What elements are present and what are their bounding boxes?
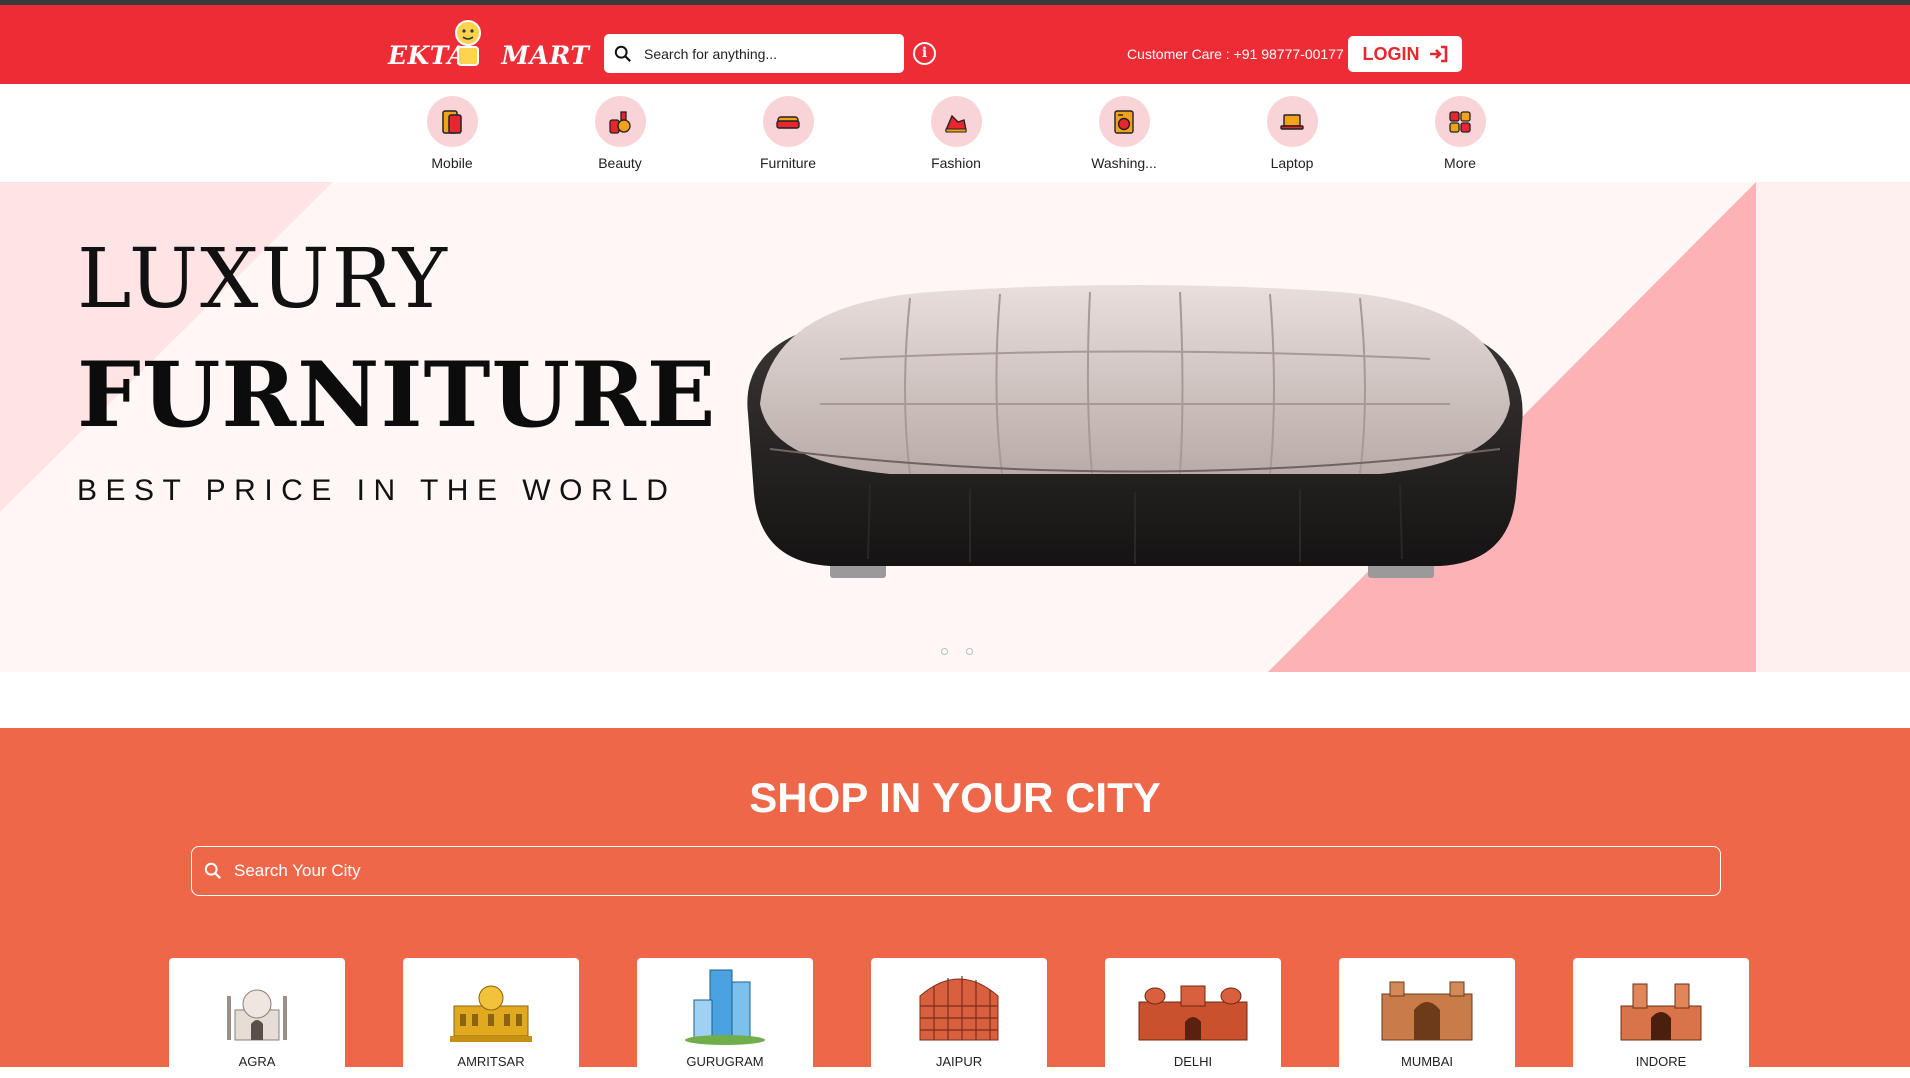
category-label: Fashion xyxy=(931,155,981,171)
logo-text: EKTA MART xyxy=(388,41,589,70)
carousel-dots xyxy=(941,648,973,655)
category-fashion[interactable]: Fashion xyxy=(901,96,1011,171)
city-search-bar[interactable]: Search Your City xyxy=(191,846,1721,896)
search-icon xyxy=(204,862,221,879)
site-header: EKTA MART Search for anything... i Custom… xyxy=(0,5,1910,84)
city-card-amritsar[interactable]: AMRITSAR xyxy=(403,958,579,1078)
banner-heading-furniture: FURNITURE xyxy=(77,342,717,448)
banner-heading-luxury: LUXURY xyxy=(77,232,449,327)
city-card-mumbai[interactable]: MUMBAI xyxy=(1339,958,1515,1078)
city-search-input[interactable]: Search Your City xyxy=(234,861,361,881)
ekta-mart-logo[interactable]: EKTA MART xyxy=(388,19,589,71)
washing-machine-icon xyxy=(1114,109,1134,134)
city-card-jaipur[interactable]: JAIPUR xyxy=(871,958,1047,1078)
city-card-delhi[interactable]: DELHI xyxy=(1105,958,1281,1078)
skyscrapers-icon xyxy=(685,969,765,1045)
shop-in-city-section: SHOP IN YOUR CITY Search Your City AGRA … xyxy=(0,728,1910,1078)
login-icon xyxy=(1429,45,1447,63)
category-label: Mobile xyxy=(431,155,473,171)
category-bar: Mobile Beauty Furniture Fashion Washing.… xyxy=(0,84,1910,182)
hero-banner[interactable]: LUXURY FURNITURE BEST PRICE IN THE WORLD xyxy=(0,182,1910,672)
category-more[interactable]: More xyxy=(1405,96,1515,171)
category-label: Laptop xyxy=(1270,155,1314,171)
category-label: Washing... xyxy=(1091,155,1157,171)
sofa-image xyxy=(747,285,1523,578)
city-card-gurugram[interactable]: GURUGRAM xyxy=(637,958,813,1078)
taj-mahal-icon xyxy=(227,989,287,1041)
grid-icon xyxy=(1449,110,1471,133)
banner-tagline: BEST PRICE IN THE WORLD xyxy=(77,474,677,507)
info-icon[interactable]: i xyxy=(913,42,936,65)
golden-temple-icon xyxy=(450,985,532,1042)
search-input[interactable]: Search for anything... xyxy=(644,46,777,62)
gateway-of-india-icon xyxy=(1381,981,1473,1041)
sofa-icon xyxy=(776,115,800,129)
fashion-icon xyxy=(944,114,967,132)
login-button[interactable]: LOGIN xyxy=(1348,36,1462,72)
laptop-icon xyxy=(1280,113,1304,130)
search-bar[interactable]: Search for anything... xyxy=(604,34,904,73)
city-card-indore[interactable]: INDORE xyxy=(1573,958,1749,1078)
mobile-icon xyxy=(442,109,462,134)
logo-text-right: MART xyxy=(501,41,590,70)
hawa-mahal-icon xyxy=(919,976,999,1041)
rajwada-palace-icon xyxy=(1620,983,1702,1041)
category-washing[interactable]: Washing... xyxy=(1069,96,1179,171)
red-fort-icon xyxy=(1138,985,1248,1041)
category-label: Furniture xyxy=(759,155,817,171)
login-label: LOGIN xyxy=(1362,43,1420,64)
carousel-dot-2[interactable] xyxy=(966,648,973,655)
logo-mascot-icon xyxy=(455,20,481,66)
city-section-title: SHOP IN YOUR CITY xyxy=(749,774,1161,821)
city-card-agra[interactable]: AGRA xyxy=(169,958,345,1078)
search-icon xyxy=(614,45,631,62)
category-beauty[interactable]: Beauty xyxy=(565,96,675,171)
beauty-icon xyxy=(609,110,631,134)
category-label: More xyxy=(1444,155,1476,171)
category-furniture[interactable]: Furniture xyxy=(733,96,843,171)
category-mobile[interactable]: Mobile xyxy=(397,96,507,171)
category-label: Beauty xyxy=(598,155,642,171)
category-laptop[interactable]: Laptop xyxy=(1237,96,1347,171)
carousel-dot-1[interactable] xyxy=(941,648,948,655)
customer-care-text: Customer Care : +91 98777-00177 xyxy=(1127,46,1344,62)
